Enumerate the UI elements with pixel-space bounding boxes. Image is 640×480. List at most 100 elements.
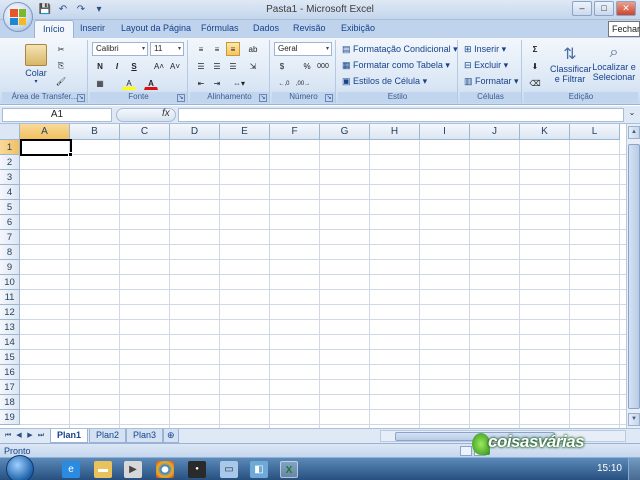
row-header-11[interactable]: 11 (0, 290, 20, 305)
row-header-12[interactable]: 12 (0, 305, 20, 320)
row-header-5[interactable]: 5 (0, 200, 20, 215)
tab-inicio[interactable]: Início (34, 20, 74, 38)
row-header-16[interactable]: 16 (0, 365, 20, 380)
normal-view-icon[interactable] (460, 446, 472, 456)
alignment-launcher-icon[interactable]: ↘ (259, 94, 267, 102)
merge-center-icon[interactable]: ⇔▾ (228, 76, 250, 90)
folder-icon[interactable]: ▬ (94, 461, 112, 478)
percent-icon[interactable]: % (300, 59, 314, 73)
conditional-formatting-button[interactable]: ▤ Formatação Condicional ▾ (342, 44, 458, 55)
row-header-7[interactable]: 7 (0, 230, 20, 245)
copy-icon[interactable]: ⎘ (54, 58, 68, 72)
bold-button[interactable]: N (93, 59, 107, 73)
font-name-combo[interactable]: Calibri ▾ (92, 42, 148, 56)
font-color-icon[interactable]: A (144, 76, 158, 90)
insert-cells-button[interactable]: ⊞ Inserir ▾ (464, 44, 506, 55)
tab-formulas[interactable]: Fórmulas (201, 23, 239, 33)
row-header-10[interactable]: 10 (0, 275, 20, 290)
row-header-3[interactable]: 3 (0, 170, 20, 185)
tab-dados[interactable]: Dados (253, 23, 279, 33)
paste-button[interactable]: Colar ▾ (22, 44, 50, 85)
format-as-table-button[interactable]: ▦ Formatar como Tabela ▾ (342, 60, 450, 71)
cell-styles-button[interactable]: ▣ Estilos de Célula ▾ (342, 76, 427, 87)
wrap-text-icon[interactable]: ⇲ (246, 59, 260, 73)
format-cells-button[interactable]: ▥ Formatar ▾ (464, 76, 519, 87)
office-button[interactable] (3, 2, 33, 32)
clipboard-launcher-icon[interactable]: ↘ (77, 94, 85, 102)
column-header-c[interactable]: C (120, 124, 170, 140)
row-header-18[interactable]: 18 (0, 395, 20, 410)
row-header-17[interactable]: 17 (0, 380, 20, 395)
column-header-j[interactable]: J (470, 124, 520, 140)
row-header-1[interactable]: 1 (0, 140, 20, 155)
align-bottom-icon[interactable]: ≡ (226, 42, 240, 56)
orientation-icon[interactable]: ab (246, 42, 260, 56)
window-app-icon[interactable]: ▭ (220, 461, 238, 478)
row-header-14[interactable]: 14 (0, 335, 20, 350)
row-header-9[interactable]: 9 (0, 260, 20, 275)
sort-filter-button[interactable]: ⇅ Classificar e Filtrar (550, 44, 592, 84)
font-launcher-icon[interactable]: ↘ (177, 94, 185, 102)
currency-icon[interactable]: $ (275, 59, 289, 73)
tab-inserir[interactable]: Inserir (80, 23, 105, 33)
first-sheet-icon[interactable]: ⏮ (3, 431, 13, 441)
ie-icon[interactable]: e (62, 461, 80, 478)
cut-icon[interactable]: ✂ (54, 42, 68, 56)
number-format-combo[interactable]: Geral ▾ (274, 42, 332, 56)
expand-formula-bar-icon[interactable]: ⌄ (626, 108, 638, 122)
thousands-icon[interactable]: 000 (316, 59, 330, 73)
sheet-tab-plan2[interactable]: Plan2 (89, 429, 127, 443)
row-header-8[interactable]: 8 (0, 245, 20, 260)
decrease-decimal-icon[interactable]: ,00→ (294, 76, 312, 90)
increase-indent-icon[interactable]: ⇥ (210, 76, 224, 90)
increase-decimal-icon[interactable]: ←,0 (275, 76, 293, 90)
row-header-6[interactable]: 6 (0, 215, 20, 230)
row-header-2[interactable]: 2 (0, 155, 20, 170)
align-middle-icon[interactable]: ≡ (210, 42, 224, 56)
name-box[interactable]: A1 (2, 108, 112, 122)
show-desktop-button[interactable] (628, 458, 640, 480)
underline-button[interactable]: S (127, 59, 141, 73)
sheet-tab-plan3[interactable]: Plan3 (126, 429, 164, 443)
recorder-icon[interactable]: ● (188, 461, 206, 478)
formula-input[interactable] (178, 108, 624, 122)
grow-font-button[interactable]: A˄ (152, 59, 166, 73)
scroll-down-icon[interactable]: ▼ (628, 413, 640, 426)
shrink-font-button[interactable]: A˅ (168, 59, 182, 73)
vertical-scrollbar[interactable]: ▲ ▼ (626, 124, 640, 428)
maximize-button[interactable]: □ (594, 1, 614, 16)
vertical-scroll-thumb[interactable] (628, 144, 640, 409)
number-launcher-icon[interactable]: ↘ (325, 94, 333, 102)
borders-icon[interactable]: ▦ (93, 76, 107, 90)
column-header-h[interactable]: H (370, 124, 420, 140)
excel-taskbar-icon[interactable]: X (280, 461, 298, 478)
align-right-icon[interactable]: ☰ (226, 59, 240, 73)
tab-layout[interactable]: Layout da Página (121, 23, 191, 33)
insert-function-icon[interactable]: fx (162, 108, 170, 119)
column-header-b[interactable]: B (70, 124, 120, 140)
next-sheet-icon[interactable]: ▶ (25, 431, 35, 441)
align-center-icon[interactable]: ☰ (210, 59, 224, 73)
column-header-l[interactable]: L (570, 124, 620, 140)
scroll-up-icon[interactable]: ▲ (628, 126, 640, 139)
column-header-a[interactable]: A (20, 124, 70, 140)
active-cell-a1[interactable] (20, 139, 72, 156)
format-painter-icon[interactable]: 🖌 (54, 74, 68, 88)
fill-color-icon[interactable]: A (122, 76, 136, 90)
cell-area[interactable] (20, 140, 626, 428)
sheet-tab-plan1[interactable]: Plan1 (50, 429, 89, 443)
italic-button[interactable]: I (110, 59, 124, 73)
column-header-f[interactable]: F (270, 124, 320, 140)
media-player-icon[interactable]: ▶ (124, 461, 142, 478)
last-sheet-icon[interactable]: ⏭ (36, 431, 46, 441)
close-button[interactable]: ✕ (616, 1, 636, 16)
row-header-15[interactable]: 15 (0, 350, 20, 365)
start-button[interactable] (6, 455, 34, 480)
row-header-13[interactable]: 13 (0, 320, 20, 335)
column-header-e[interactable]: E (220, 124, 270, 140)
autosum-icon[interactable]: Σ (528, 42, 542, 56)
column-header-i[interactable]: I (420, 124, 470, 140)
minimize-button[interactable]: – (572, 1, 592, 16)
decrease-indent-icon[interactable]: ⇤ (194, 76, 208, 90)
find-select-button[interactable]: ⌕ Localizar e Selecionar (592, 44, 636, 82)
